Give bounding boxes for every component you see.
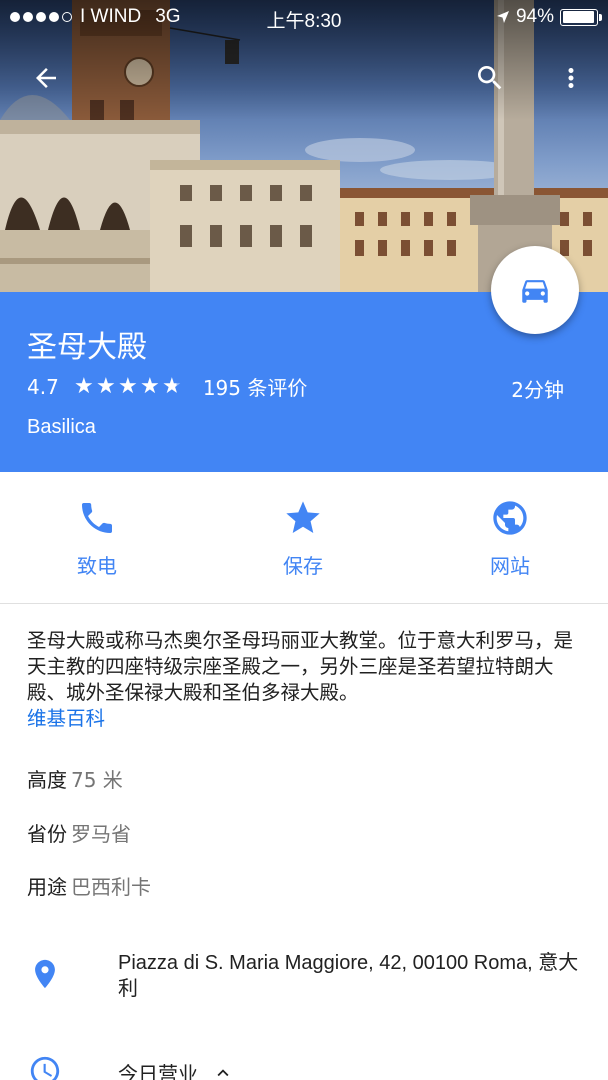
save-label: 保存: [283, 554, 323, 578]
website-button[interactable]: 网站: [440, 498, 580, 579]
hours-label: 今日营业: [118, 1062, 198, 1080]
location-arrow-icon: [496, 11, 509, 23]
status-bar: I WIND 3G 上午8:30 94%: [0, 0, 608, 34]
phone-icon: [82, 503, 112, 533]
rating-value: 4.7: [27, 374, 59, 399]
place-description: 圣母大殿或称马杰奥尔圣母玛丽亚大教堂。位于意大利罗马，是天主教的四座特级宗座圣殿…: [27, 628, 583, 732]
call-button[interactable]: 致电: [27, 498, 167, 579]
fact-label: 高度: [27, 768, 67, 792]
rating-row[interactable]: 4.7 ★ ★ ★ ★ ★ 195 条评价: [27, 372, 307, 401]
rating-star-icon: ★: [161, 374, 182, 399]
chevron-up-icon[interactable]: [212, 1062, 234, 1080]
place-title: 圣母大殿: [27, 330, 147, 365]
search-icon: [478, 66, 502, 90]
more-vert-icon: [568, 68, 574, 88]
car-icon: [522, 280, 548, 303]
rating-star-icon: ★: [139, 374, 160, 399]
status-right: 94%: [496, 6, 602, 28]
review-count: 195 条评价: [202, 376, 308, 400]
directions-button[interactable]: [491, 246, 579, 334]
more-options-button[interactable]: [551, 58, 591, 98]
travel-time: 2分钟: [511, 378, 564, 402]
fact-value: 罗马省: [71, 822, 131, 846]
fact-label: 用途: [27, 875, 67, 899]
address-text: Piazza di S. Maria Maggiore, 42, 00100 R…: [118, 952, 579, 1000]
fact-label: 省份: [27, 822, 67, 846]
battery-percent: 94%: [515, 6, 554, 27]
save-button[interactable]: 保存: [233, 498, 373, 579]
rating-star-icon: ★: [73, 374, 94, 399]
battery-icon: [560, 8, 602, 26]
star-icon: [286, 501, 320, 533]
website-label: 网站: [490, 554, 530, 578]
place-photo[interactable]: [0, 0, 608, 292]
location-pin-icon: [35, 959, 55, 989]
fact-value: 巴西利卡: [71, 875, 151, 899]
action-bar: 致电 保存 网站: [0, 472, 608, 604]
rating-star-icon: ★: [95, 374, 116, 399]
clock-icon: [30, 1056, 60, 1080]
rating-stars: ★ ★ ★ ★ ★: [73, 374, 183, 399]
fact-usage: 用途 巴西利卡: [27, 871, 151, 900]
back-button[interactable]: [26, 58, 66, 98]
hours-row[interactable]: 今日营业: [0, 1052, 608, 1080]
rating-star-icon: ★: [117, 374, 138, 399]
call-label: 致电: [77, 554, 117, 578]
arrow-back-icon: [36, 68, 56, 88]
place-category: Basilica: [27, 416, 96, 438]
description-text: 圣母大殿或称马杰奥尔圣母玛丽亚大教堂。位于意大利罗马，是天主教的四座特级宗座圣殿…: [27, 629, 574, 704]
search-button[interactable]: [470, 58, 510, 98]
wikipedia-link[interactable]: 维基百科: [27, 706, 583, 732]
fact-value: 75 米: [71, 768, 123, 792]
fact-province: 省份 罗马省: [27, 818, 131, 847]
fact-height: 高度 75 米: [27, 764, 123, 793]
globe-icon: [493, 501, 527, 535]
hours-summary: 今日营业: [118, 1058, 234, 1080]
